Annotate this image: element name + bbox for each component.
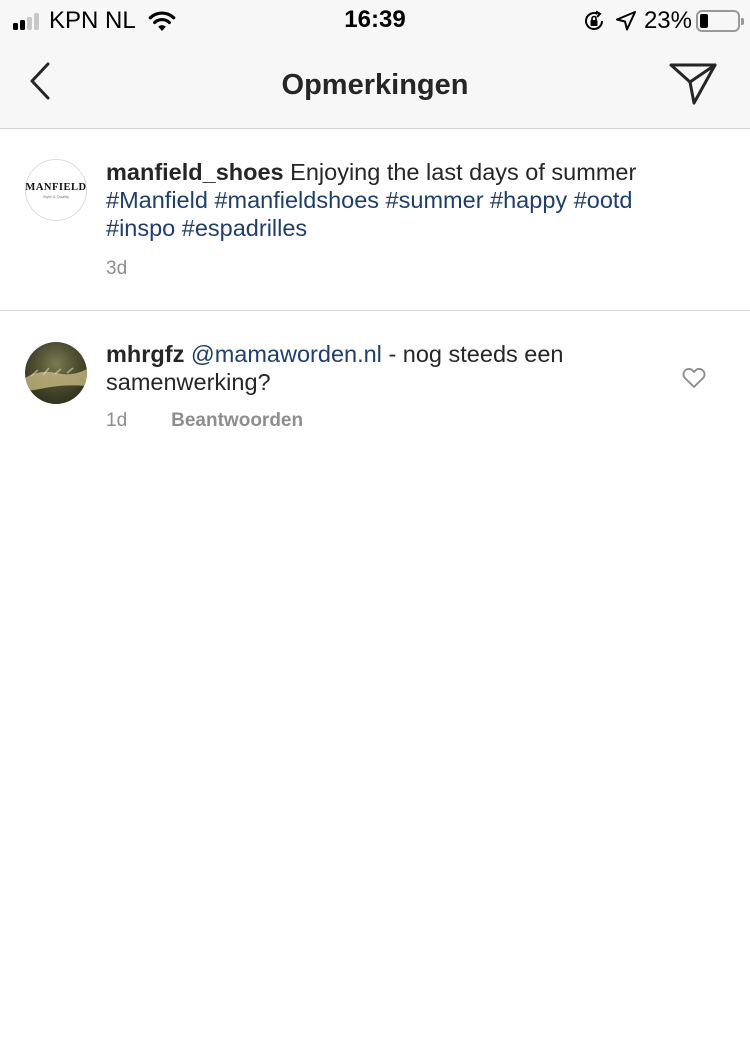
caption-meta: 3d: [106, 258, 127, 280]
hashtag[interactable]: #inspo: [106, 215, 175, 241]
hashtag[interactable]: #happy: [490, 187, 567, 213]
heart-outline-icon: [682, 368, 706, 388]
caption-body: Enjoying the last days of summer: [290, 159, 637, 185]
mention-link[interactable]: @mamaworden.nl: [191, 341, 382, 367]
hashtag[interactable]: #ootd: [574, 187, 633, 213]
avatar-photo: [25, 367, 87, 391]
nav-bar: Opmerkingen: [0, 42, 750, 129]
caption: MANFIELD Style & Quality manfield_shoes …: [0, 129, 750, 311]
like-button[interactable]: [680, 363, 708, 391]
page-title: Opmerkingen: [281, 69, 469, 101]
hashtag[interactable]: #manfieldshoes: [214, 187, 379, 213]
paper-plane-icon: [669, 63, 717, 105]
location-icon: [615, 11, 636, 31]
orientation-lock-icon: [584, 10, 603, 30]
comment-meta: 1d Beantwoorden: [106, 410, 303, 432]
reply-button[interactable]: Beantwoorden: [171, 410, 303, 432]
comment-item: mhrgfz @mamaworden.nl - nog steeds een s…: [0, 311, 750, 451]
battery-percent: 23%: [643, 7, 692, 34]
caption-text: manfield_shoes Enjoying the last days of…: [106, 158, 686, 242]
battery-icon: [696, 10, 744, 32]
brand-logo-text: MANFIELD: [25, 181, 87, 193]
hashtag[interactable]: #summer: [386, 187, 484, 213]
comment-username[interactable]: mhrgfz: [106, 341, 184, 367]
status-bar: KPN NL 16:39 23%: [0, 0, 750, 42]
avatar[interactable]: [25, 342, 87, 404]
brand-tagline: Style & Quality: [42, 193, 70, 199]
caption-username[interactable]: manfield_shoes: [106, 159, 284, 185]
comment-timestamp: 1d: [106, 410, 128, 431]
hashtag[interactable]: #Manfield: [106, 187, 208, 213]
hashtag[interactable]: #espadrilles: [182, 215, 307, 241]
comment-text: mhrgfz @mamaworden.nl - nog steeds een s…: [106, 340, 666, 396]
avatar[interactable]: MANFIELD Style & Quality: [25, 159, 87, 221]
share-button[interactable]: [668, 58, 720, 110]
caption-timestamp: 3d: [106, 258, 128, 279]
